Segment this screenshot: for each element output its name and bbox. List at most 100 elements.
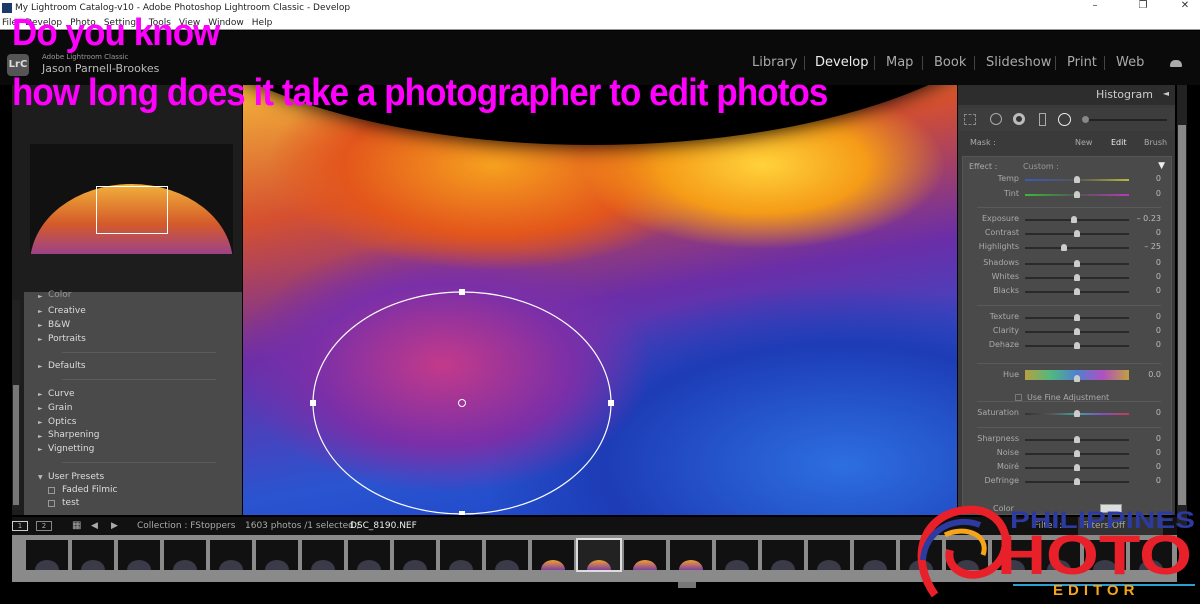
second-window-button[interactable]: 2 <box>36 521 52 531</box>
hue-slider[interactable] <box>1025 370 1129 382</box>
module-library[interactable]: Library <box>752 55 797 70</box>
texture-value[interactable]: 0 <box>1156 312 1161 321</box>
effect-preset-dropdown[interactable]: Custom : <box>1023 162 1059 171</box>
tint-slider-knob[interactable] <box>1074 191 1080 198</box>
clarity-slider-knob[interactable] <box>1074 328 1080 335</box>
grid-view-icon[interactable]: ▦ <box>72 517 81 535</box>
preset-test[interactable]: test <box>62 498 79 508</box>
moir-slider[interactable] <box>1025 464 1129 471</box>
forward-arrow-icon[interactable]: ▶ <box>111 517 118 535</box>
mask-brush-button[interactable]: Brush <box>1144 133 1167 153</box>
saturation-value[interactable]: 0 <box>1156 408 1161 417</box>
temp-slider[interactable] <box>1025 176 1129 183</box>
filmstrip-thumbnail[interactable] <box>762 540 804 570</box>
dehaze-value[interactable]: 0 <box>1156 340 1161 349</box>
main-window-button[interactable]: 1 <box>12 521 28 531</box>
mask-handle-top[interactable] <box>459 289 465 295</box>
highlights-slider[interactable] <box>1025 244 1129 251</box>
noise-value[interactable]: 0 <box>1156 448 1161 457</box>
blacks-value[interactable]: 0 <box>1156 286 1161 295</box>
preset-group-curve[interactable]: Curve <box>48 389 75 399</box>
maximize-button[interactable]: ❐ <box>1128 0 1158 16</box>
contrast-slider-knob[interactable] <box>1074 230 1080 237</box>
module-slideshow[interactable]: Slideshow <box>986 55 1051 70</box>
moir-value[interactable]: 0 <box>1156 462 1161 471</box>
graduated-filter-icon[interactable] <box>1039 113 1046 126</box>
cloud-sync-icon[interactable] <box>1170 60 1182 67</box>
mask-handle-left[interactable] <box>310 400 316 406</box>
filmstrip-thumbnail[interactable] <box>302 540 344 570</box>
shadows-slider[interactable] <box>1025 260 1129 267</box>
radial-mask-ellipse[interactable] <box>312 291 612 515</box>
brush-slider[interactable] <box>1082 119 1167 121</box>
mask-center-pin[interactable] <box>458 399 466 407</box>
mask-handle-bottom[interactable] <box>459 511 465 515</box>
filmstrip-thumbnail[interactable] <box>26 540 68 570</box>
navigator-preview[interactable] <box>30 144 233 254</box>
defringe-slider[interactable] <box>1025 478 1129 485</box>
noise-slider[interactable] <box>1025 450 1129 457</box>
preset-group-color[interactable]: Color <box>48 290 72 300</box>
filmstrip-scroll-handle[interactable] <box>678 582 696 588</box>
preset-group-creative[interactable]: Creative <box>48 306 86 316</box>
preset-group-vignetting[interactable]: Vignetting <box>48 444 94 454</box>
crop-overlay-icon[interactable] <box>964 114 976 125</box>
spot-removal-icon[interactable] <box>990 113 1002 125</box>
exposure-slider[interactable] <box>1025 216 1129 223</box>
filmstrip-thumbnail[interactable] <box>164 540 206 570</box>
filmstrip-thumbnail[interactable] <box>854 540 896 570</box>
filmstrip-thumbnail[interactable] <box>118 540 160 570</box>
mask-edit-button[interactable]: Edit <box>1111 133 1127 153</box>
filmstrip-thumbnail[interactable] <box>808 540 850 570</box>
texture-slider-knob[interactable] <box>1074 314 1080 321</box>
filmstrip-thumbnail[interactable] <box>624 540 666 570</box>
filmstrip-thumbnail[interactable] <box>440 540 482 570</box>
module-print[interactable]: Print <box>1067 55 1097 70</box>
fine-adjustment-checkbox[interactable] <box>1015 394 1022 401</box>
preset-group-optics[interactable]: Optics <box>48 417 76 427</box>
saturation-slider-knob[interactable] <box>1074 410 1080 417</box>
selected-filename[interactable]: DSC_8190.NEF <box>350 517 417 535</box>
tint-value[interactable]: 0 <box>1156 189 1161 198</box>
left-panel-scrollbar[interactable] <box>12 300 20 510</box>
tint-slider[interactable] <box>1025 191 1129 198</box>
defringe-slider-knob[interactable] <box>1074 478 1080 485</box>
whites-slider-knob[interactable] <box>1074 274 1080 281</box>
brush-slider-knob[interactable] <box>1082 116 1089 123</box>
red-eye-icon[interactable] <box>1013 113 1025 125</box>
navigator-viewport[interactable] <box>96 186 168 234</box>
radial-mask-overlay[interactable] <box>243 85 957 515</box>
histogram-header[interactable]: Histogram ◄ <box>958 85 1175 105</box>
module-book[interactable]: Book <box>934 55 966 70</box>
noise-slider-knob[interactable] <box>1074 450 1080 457</box>
blacks-slider-knob[interactable] <box>1074 288 1080 295</box>
saturation-slider[interactable] <box>1025 410 1129 417</box>
filmstrip-thumbnail[interactable] <box>716 540 758 570</box>
contrast-value[interactable]: 0 <box>1156 228 1161 237</box>
whites-slider[interactable] <box>1025 274 1129 281</box>
right-panel-scrollbar[interactable] <box>1177 85 1187 525</box>
preset-faded-filmic[interactable]: Faded Filmic <box>62 485 117 495</box>
collection-source[interactable]: Collection : FStoppers <box>137 517 235 535</box>
whites-value[interactable]: 0 <box>1156 272 1161 281</box>
clarity-slider[interactable] <box>1025 328 1129 335</box>
preset-group-grain[interactable]: Grain <box>48 403 72 413</box>
sharpness-slider-knob[interactable] <box>1074 436 1080 443</box>
preset-group-bw[interactable]: B&W <box>48 320 70 330</box>
dehaze-slider[interactable] <box>1025 342 1129 349</box>
mask-new-button[interactable]: New <box>1075 133 1092 153</box>
hue-value[interactable]: 0.0 <box>1148 370 1161 379</box>
effect-collapse-icon[interactable]: ▼ <box>1158 161 1165 171</box>
exposure-slider-knob[interactable] <box>1070 216 1077 223</box>
preset-group-defaults[interactable]: Defaults <box>48 361 86 371</box>
filmstrip-thumbnail[interactable] <box>348 540 390 570</box>
highlights-value[interactable]: – 25 <box>1144 242 1161 251</box>
shadows-value[interactable]: 0 <box>1156 258 1161 267</box>
contrast-slider[interactable] <box>1025 230 1129 237</box>
filmstrip-thumbnail[interactable] <box>532 540 574 570</box>
temp-slider-knob[interactable] <box>1074 176 1080 183</box>
preset-group-sharpening[interactable]: Sharpening <box>48 430 100 440</box>
shadows-slider-knob[interactable] <box>1074 260 1080 267</box>
filmstrip-thumbnail-selected[interactable] <box>576 538 622 572</box>
preset-group-user-presets[interactable]: User Presets <box>48 472 104 482</box>
